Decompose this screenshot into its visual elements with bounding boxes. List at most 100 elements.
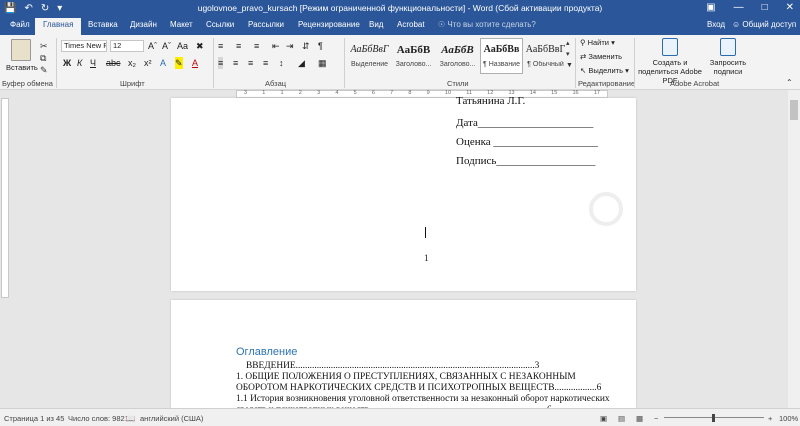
word-count[interactable]: Число слов: 9821 [68,414,129,423]
page-number: 1 [424,253,429,263]
scrollbar-thumb[interactable] [790,100,798,120]
tab-review[interactable]: Рецензирование [298,20,360,29]
styles-more-icon[interactable]: ▼ [566,60,573,72]
find-button[interactable]: ⚲ Найти ▾ [580,38,615,47]
request-signatures-button[interactable]: Запросить подписи [708,38,748,76]
style-title[interactable]: АаБбВв ¶ Название [480,38,523,74]
superscript-icon[interactable]: x² [144,57,152,69]
font-color-icon[interactable]: A [192,57,198,69]
document-page-2[interactable]: Оглавление ВВЕДЕНИЕ.....................… [171,300,636,415]
bullets-icon[interactable]: ≡ [218,40,223,52]
style-normal[interactable]: АаБбВвГ ¶ Обычный [524,38,567,74]
tab-references[interactable]: Ссылки [206,20,234,29]
format-painter-icon[interactable]: ✎ [40,64,48,76]
change-case-icon[interactable]: Aa [177,40,188,52]
toc-entry[interactable]: 1.1 История возникновения уголовной отве… [236,394,614,405]
ruler-number: 6 [371,90,375,96]
page-count[interactable]: Страница 1 из 45 [4,414,64,423]
signature-line: Подпись__________________ [456,155,596,167]
align-left-icon[interactable]: ≡ [218,57,224,69]
style-heading2[interactable]: АаБбВ Заголово... [436,38,479,74]
grow-font-icon[interactable]: Aˆ [148,40,157,52]
toc-entry[interactable]: ВВЕДЕНИЕ................................… [236,361,614,372]
zoom-in-icon[interactable]: + [768,414,772,423]
loading-spinner-icon [589,192,623,226]
select-button[interactable]: ↖ Выделить ▾ [580,66,629,75]
font-size-combo[interactable]: 12 [110,40,144,52]
line-spacing-icon[interactable]: ↕ [279,57,284,69]
tell-me-box[interactable]: ☉ Что вы хотите сделать? [438,20,536,29]
sign-in-link[interactable]: Вход [707,20,725,29]
style-heading1[interactable]: АаБбВ Заголово... [392,38,435,74]
collapse-ribbon-icon[interactable]: ⌃ [786,77,793,89]
numbering-icon[interactable]: ≡ [236,40,241,52]
print-layout-icon[interactable]: ▤ [618,414,625,423]
web-layout-icon[interactable]: ▦ [636,414,643,423]
read-mode-icon[interactable]: ▣ [600,414,607,423]
tab-file[interactable]: Файл [10,20,30,29]
clear-formatting-icon[interactable]: ✖ [196,40,204,52]
zoom-slider-thumb[interactable] [712,414,715,422]
paragraph-group-label: Абзац [265,79,287,88]
text-effects-icon[interactable]: A [160,57,166,69]
vertical-scrollbar[interactable] [788,90,800,408]
document-page-1[interactable]: Татьянина Л.Г. Дата_____________________… [171,95,636,291]
tab-mailings[interactable]: Рассылки [248,20,284,29]
tab-view[interactable]: Вид [369,20,383,29]
acrobat-group-label: Adobe Acrobat [670,79,720,88]
show-marks-icon[interactable]: ¶ [318,40,323,52]
italic-icon[interactable]: К [77,57,82,69]
zoom-out-icon[interactable]: − [654,414,658,423]
align-right-icon[interactable]: ≡ [248,57,253,69]
underline-icon[interactable]: Ч [90,57,96,69]
group-divider [213,38,214,88]
increase-indent-icon[interactable]: ⇥ [286,40,294,52]
tab-layout[interactable]: Макет [170,20,193,29]
horizontal-ruler[interactable]: 3 1 1 2 3 4 5 6 7 8 9 10 11 12 13 14 15 … [0,90,800,98]
window-controls: ▣ — □ ✕ [706,0,794,16]
copy-icon[interactable]: ⧉ [40,52,46,64]
tab-home[interactable]: Главная [35,18,82,35]
strikethrough-icon[interactable]: abc [106,57,121,69]
toc-entry[interactable]: 1. ОБЩИЕ ПОЛОЖЕНИЯ О ПРЕСТУПЛЕНИЯХ, СВЯЗ… [236,372,614,383]
subscript-icon[interactable]: x₂ [128,57,136,69]
close-icon[interactable]: ✕ [786,0,794,16]
vertical-ruler[interactable] [0,98,10,408]
style-name: Выделение [350,61,389,68]
toc-entry[interactable]: ОБОРОТОМ НАРКОТИЧЕСКИХ СРЕДСТВ И ПСИХОТР… [236,383,614,394]
tell-me-text: Что вы хотите сделать? [447,20,536,29]
cut-icon[interactable]: ✂ [40,40,48,52]
tab-design[interactable]: Дизайн [130,20,157,29]
decrease-indent-icon[interactable]: ⇤ [272,40,280,52]
maximize-icon[interactable]: □ [762,0,768,16]
editing-group-label: Редактирование [578,79,636,88]
shrink-font-icon[interactable]: Aˇ [162,40,171,52]
tab-insert[interactable]: Вставка [88,20,118,29]
clipboard-group-label: Буфер обмена [2,79,53,88]
zoom-level[interactable]: 100% [779,414,798,423]
chevron-down-icon: ▾ [625,66,629,75]
paste-button[interactable]: Вставить [6,39,38,72]
tab-acrobat[interactable]: Acrobat [397,20,425,29]
sort-icon[interactable]: ⇵ [302,40,310,52]
share-button[interactable]: ☺ Общий доступ [732,20,796,29]
multilevel-list-icon[interactable]: ≡ [254,40,259,52]
highlight-icon[interactable]: ✎ [175,57,183,69]
ribbon-display-icon[interactable]: ▣ [706,0,715,16]
ruler-number: 1 [280,90,284,96]
create-pdf-button[interactable]: Создать и поделиться Adobe PDF [636,38,704,85]
proofing-icon[interactable]: 📖 [126,414,135,423]
replace-button[interactable]: ⇄ Заменить [580,52,622,61]
justify-icon[interactable]: ≡ [263,57,268,69]
style-emphasis[interactable]: АаБбВвГ Выделение [348,38,391,74]
search-icon: ⚲ [580,38,586,47]
shading-icon[interactable]: ◢ [298,57,305,69]
borders-icon[interactable]: ▦ [318,57,327,69]
minimize-icon[interactable]: — [734,0,744,16]
pdf-icon [662,38,678,56]
font-name-combo[interactable]: Times New R [61,40,107,52]
bold-icon[interactable]: Ж [63,57,71,69]
ruler-number: 7 [390,90,394,96]
align-center-icon[interactable]: ≡ [233,57,238,69]
language-indicator[interactable]: английский (США) [140,414,203,423]
